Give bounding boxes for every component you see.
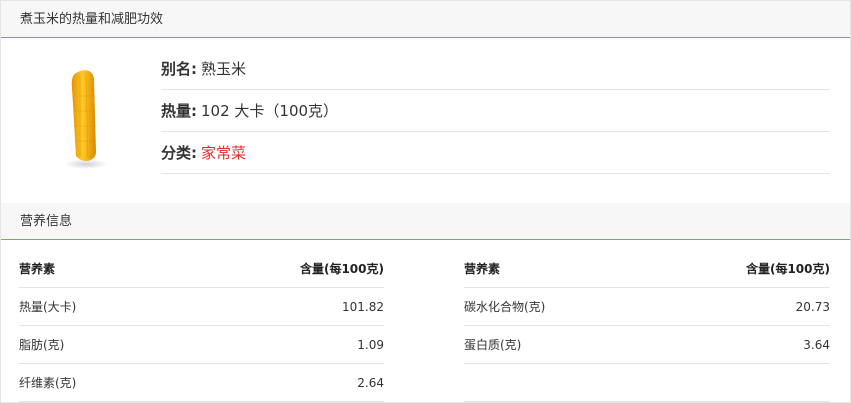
divider [464, 401, 830, 402]
page-title: 煮玉米的热量和减肥功效 [1, 1, 850, 38]
corn-image [64, 70, 108, 169]
nutrient-name: 热量(大卡) [19, 300, 77, 314]
category-label: 分类: [161, 144, 197, 162]
nutrient-value: 1.09 [357, 338, 384, 352]
calorie-value: 102 大卡（100克） [201, 102, 339, 120]
alias-row: 别名: 熟玉米 [161, 48, 830, 90]
table-row: 纤维素(克) 2.64 [19, 364, 830, 402]
nutrient-name: 脂肪(克) [19, 338, 65, 352]
nutrition-title: 营养信息 [1, 203, 850, 240]
nutrient-name: 纤维素(克) [19, 376, 77, 390]
nutrient-value: 101.82 [342, 300, 384, 314]
header-amount-left: 含量(每100克) [299, 262, 384, 276]
header-nutrient-right: 营养素 [464, 262, 501, 276]
nutrient-value: 20.73 [795, 300, 830, 314]
category-row: 分类: 家常菜 [161, 132, 830, 174]
header-nutrient-left: 营养素 [19, 262, 56, 276]
table-row: 脂肪(克) 1.09 蛋白质(克) 3.64 [19, 326, 830, 364]
nutrient-value: 2.64 [357, 376, 384, 390]
alias-value: 熟玉米 [201, 60, 247, 78]
nutrient-name: 碳水化合物(克) [464, 300, 546, 314]
calorie-row: 热量: 102 大卡（100克） [161, 90, 830, 132]
header-amount-right: 含量(每100克) [745, 262, 830, 276]
alias-label: 别名: [161, 60, 197, 78]
calorie-label: 热量: [161, 102, 197, 120]
nutrient-value: 3.64 [803, 338, 830, 352]
category-link[interactable]: 家常菜 [201, 144, 246, 162]
nutrient-name: 蛋白质(克) [464, 338, 522, 352]
table-row: 热量(大卡) 101.82 碳水化合物(克) 20.73 [19, 288, 830, 326]
divider [19, 401, 384, 402]
nutrition-table-header: 营养素 含量(每100克) 营养素 含量(每100克) [19, 250, 830, 288]
